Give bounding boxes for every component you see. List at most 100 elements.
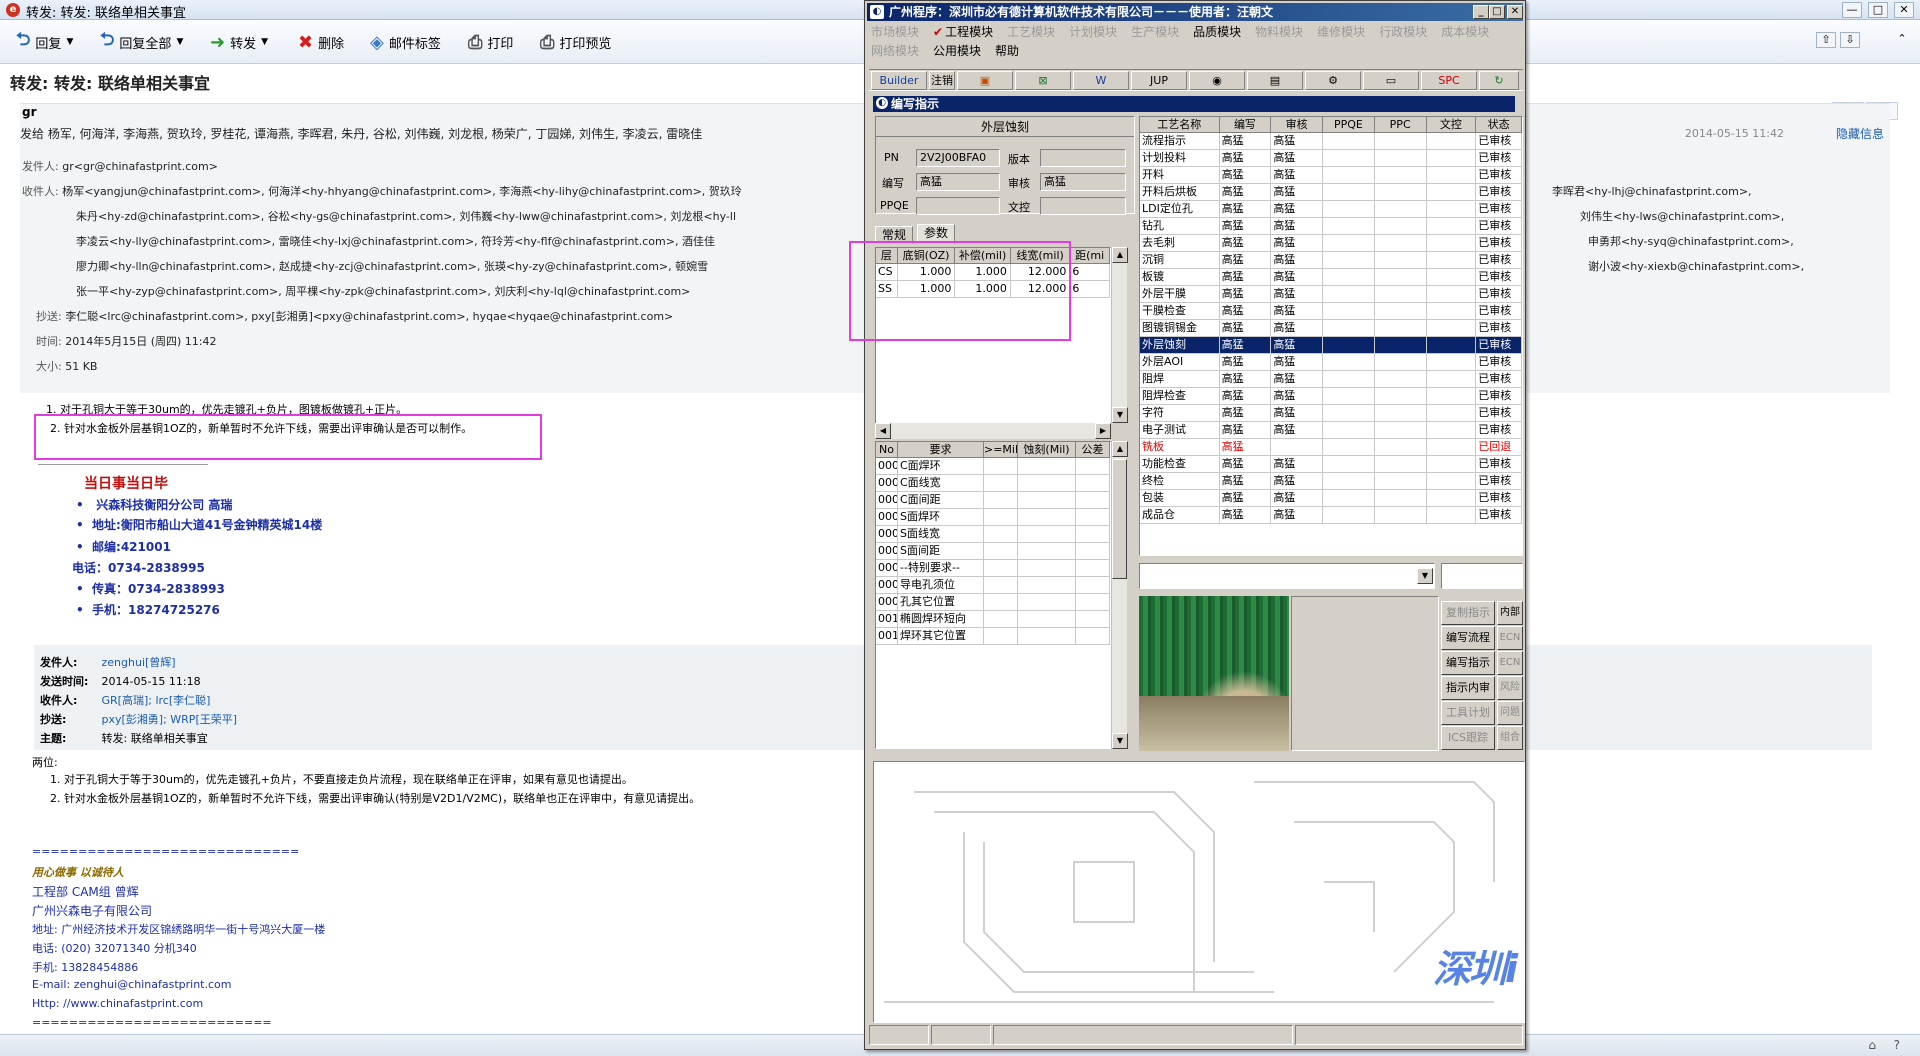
menu-network[interactable]: 网络模块: [871, 42, 919, 59]
view-icon[interactable]: ◉: [1189, 71, 1245, 90]
scroll-down-icon[interactable]: ▼: [1112, 407, 1128, 423]
erp-close-button[interactable]: ✕: [1507, 5, 1523, 19]
next-mail-button[interactable]: ⇩: [1840, 32, 1860, 48]
word-icon[interactable]: W: [1073, 71, 1129, 90]
settings-icon[interactable]: ⚙: [1305, 71, 1361, 90]
help-icon[interactable]: ?: [1894, 1038, 1900, 1052]
requirement-row[interactable]: 001 椭圆焊环短向: [876, 611, 1110, 628]
requirement-row[interactable]: 000 S面间距: [876, 543, 1110, 560]
print-preview-button[interactable]: ⎙ 打印预览: [540, 31, 611, 53]
tag-button[interactable]: ◈ 邮件标签: [370, 31, 441, 53]
requirement-row[interactable]: 000 --特别要求--: [876, 560, 1110, 577]
process-row[interactable]: 开料 高猛 高猛 已审核: [1140, 167, 1522, 184]
writer-field[interactable]: 高猛: [916, 173, 1000, 191]
ecn-button-1[interactable]: ECN: [1497, 626, 1523, 650]
process-row[interactable]: 流程指示 高猛 高猛 已审核: [1140, 133, 1522, 150]
process-row[interactable]: LDI定位孔 高猛 高猛 已审核: [1140, 201, 1522, 218]
process-row[interactable]: 字符 高猛 高猛 已审核: [1140, 405, 1522, 422]
menu-common[interactable]: 公用模块: [933, 42, 981, 59]
monitor-icon[interactable]: ▭: [1363, 71, 1419, 90]
erp-minimize-button[interactable]: _: [1473, 5, 1489, 19]
process-row[interactable]: 包装 高猛 高猛 已审核: [1140, 490, 1522, 507]
process-row[interactable]: 铣板 高猛 已回退: [1140, 439, 1522, 456]
scroll-down-icon[interactable]: ▼: [1112, 733, 1128, 749]
collapse-icon[interactable]: ⌃: [1892, 32, 1912, 48]
prev-mail-button[interactable]: ⇧: [1816, 32, 1836, 48]
requirement-row[interactable]: 000 C面线宽: [876, 475, 1110, 492]
scroll-left-icon[interactable]: ◀: [875, 423, 891, 439]
process-row[interactable]: 阻焊 高猛 高猛 已审核: [1140, 371, 1522, 388]
requirement-row[interactable]: 000 孔其它位置: [876, 594, 1110, 611]
jup-button[interactable]: JUP: [1131, 71, 1187, 90]
edit-flow-button[interactable]: 编写流程: [1441, 626, 1495, 650]
requirements-scrollbar[interactable]: ▲ ▼: [1111, 441, 1128, 749]
hide-info-link[interactable]: 隐藏信息: [1836, 125, 1884, 142]
ppqe-field[interactable]: [916, 197, 1000, 215]
dropdown-arrow-icon[interactable]: ▼: [1417, 568, 1433, 584]
reply-all-button[interactable]: ⮌ 回复全部 ▼: [100, 29, 183, 53]
requirement-row[interactable]: 000 S面焊环: [876, 509, 1110, 526]
menu-plan[interactable]: 计划模块: [1069, 23, 1117, 40]
process-row[interactable]: 去毛刺 高猛 高猛 已审核: [1140, 235, 1522, 252]
menu-help[interactable]: 帮助: [995, 42, 1019, 59]
menu-cost[interactable]: 成本模块: [1441, 23, 1489, 40]
process-row[interactable]: 板镀 高猛 高猛 已审核: [1140, 269, 1522, 286]
process-row[interactable]: 电子测试 高猛 高猛 已审核: [1140, 422, 1522, 439]
params-scrollbar[interactable]: ▲ ▼: [1111, 247, 1128, 423]
process-row[interactable]: 外层蚀刻 高猛 高猛 已审核: [1140, 337, 1522, 354]
process-row[interactable]: 功能检查 高猛 高猛 已审核: [1140, 456, 1522, 473]
copy-instruction-button[interactable]: 复制指示: [1441, 601, 1495, 625]
maximize-button[interactable]: □: [1868, 2, 1888, 18]
excel-icon[interactable]: ⊠: [1015, 71, 1071, 90]
requirement-row[interactable]: 000 S面线宽: [876, 526, 1110, 543]
issue-button[interactable]: 问题: [1497, 701, 1523, 725]
menu-quality[interactable]: 品质模块: [1193, 23, 1241, 40]
requirement-row[interactable]: 000 C面焊环: [876, 458, 1110, 475]
process-row[interactable]: 钻孔 高猛 高猛 已审核: [1140, 218, 1522, 235]
internal-button[interactable]: 内部: [1497, 601, 1523, 625]
ecn-button-2[interactable]: ECN: [1497, 651, 1523, 675]
process-row[interactable]: 沉铜 高猛 高猛 已审核: [1140, 252, 1522, 269]
menu-production[interactable]: 生产模块: [1131, 23, 1179, 40]
ics-tracking-button[interactable]: ICS跟踪: [1441, 726, 1495, 750]
process-row[interactable]: 外层干膜 高猛 高猛 已审核: [1140, 286, 1522, 303]
params-hscrollbar[interactable]: ◀ ▶: [875, 423, 1111, 439]
edit-instruction-button[interactable]: 编写指示: [1441, 651, 1495, 675]
pn-field[interactable]: 2V2J00BFA0: [916, 149, 1000, 167]
erp-maximize-button[interactable]: □: [1489, 5, 1505, 19]
print-button[interactable]: ⎙ 打印: [468, 31, 513, 53]
sig2-email[interactable]: E-mail: zenghui@chinafastprint.com: [32, 978, 231, 991]
instruction-review-button[interactable]: 指示内审: [1441, 676, 1495, 700]
builder-button[interactable]: Builder: [871, 71, 927, 90]
spc-button[interactable]: SPC: [1421, 71, 1477, 90]
tool-plan-button[interactable]: 工具计划: [1441, 701, 1495, 725]
sig2-http[interactable]: Http: //www.chinafastprint.com: [32, 997, 203, 1010]
status-icon[interactable]: ⌂: [1868, 1038, 1876, 1052]
requirement-row[interactable]: 000 导电孔须位: [876, 577, 1110, 594]
process-row[interactable]: 图镀铜锡金 高猛 高猛 已审核: [1140, 320, 1522, 337]
menu-engineering[interactable]: 工程模块: [945, 23, 993, 40]
process-row[interactable]: 终检 高猛 高猛 已审核: [1140, 473, 1522, 490]
process-row[interactable]: 外层AOI 高猛 高猛 已审核: [1140, 354, 1522, 371]
delete-button[interactable]: ✖ 删除: [298, 31, 344, 53]
process-row[interactable]: 阻焊检查 高猛 高猛 已审核: [1140, 388, 1522, 405]
process-row[interactable]: 干膜检查 高猛 高猛 已审核: [1140, 303, 1522, 320]
refresh-icon[interactable]: ↻: [1479, 71, 1519, 90]
process-row[interactable]: 成品仓 高猛 高猛 已审核: [1140, 507, 1522, 524]
audit-field[interactable]: 高猛: [1040, 173, 1126, 191]
ppt-icon[interactable]: ▣: [957, 71, 1013, 90]
version-field[interactable]: [1040, 149, 1126, 167]
menu-process[interactable]: 工艺模块: [1007, 23, 1055, 40]
menu-market[interactable]: 市场模块: [871, 23, 919, 40]
menu-material[interactable]: 物料模块: [1255, 23, 1303, 40]
logout-button[interactable]: 注销: [929, 71, 955, 90]
requirement-row[interactable]: 001 焊环其它位置: [876, 628, 1110, 645]
close-button[interactable]: ✕: [1894, 2, 1914, 18]
scroll-up-icon[interactable]: ▲: [1112, 441, 1128, 457]
process-dropdown[interactable]: ▼: [1139, 563, 1435, 589]
scroll-up-icon[interactable]: ▲: [1112, 247, 1128, 263]
scroll-right-icon[interactable]: ▶: [1095, 423, 1111, 439]
reply-button[interactable]: ⮌ 回复 ▼: [16, 29, 73, 53]
risk-button[interactable]: 风险: [1497, 676, 1523, 700]
menu-admin[interactable]: 行政模块: [1379, 23, 1427, 40]
